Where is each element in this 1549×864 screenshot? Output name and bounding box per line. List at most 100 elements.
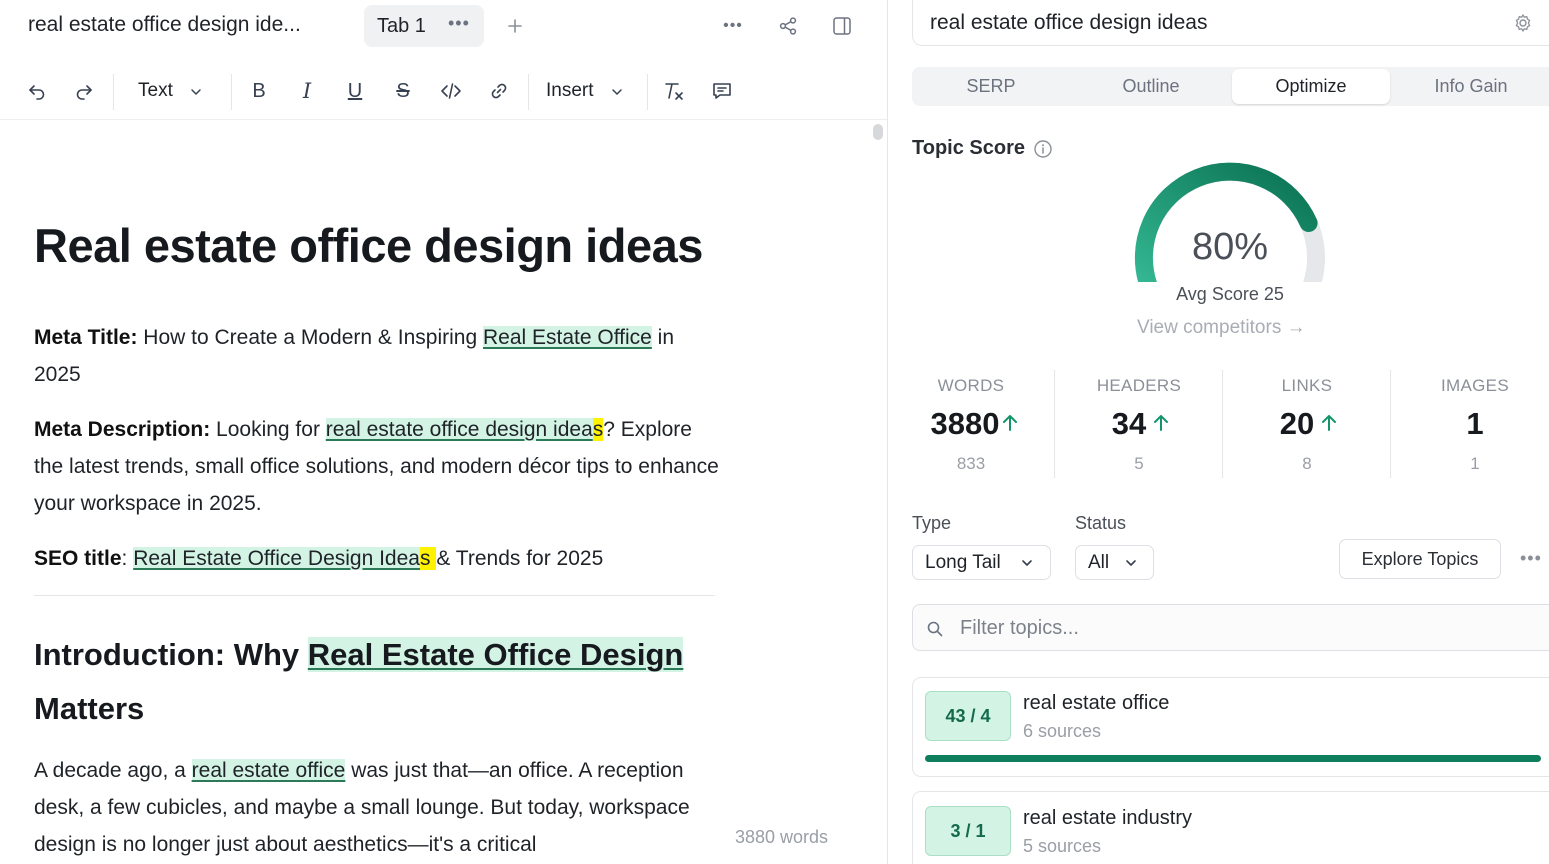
view-competitors-link[interactable]: View competitors → bbox=[1137, 317, 1306, 339]
average-score: Avg Score 25 bbox=[1176, 284, 1284, 304]
meta-description-text: Looking for bbox=[210, 418, 326, 441]
toolbar-divider bbox=[528, 74, 529, 110]
keyword-highlight[interactable]: real estate office bbox=[191, 759, 346, 782]
meta-description-paragraph: Meta Description: Looking for real estat… bbox=[34, 411, 724, 522]
topic-count-badge: 43 / 4 bbox=[925, 691, 1011, 741]
more-options-icon[interactable]: ••• bbox=[721, 14, 745, 38]
meta-title-text: How to Create a Modern & Inspiring bbox=[137, 326, 483, 349]
topic-score-value: 80% bbox=[1191, 226, 1269, 268]
more-options-icon[interactable]: ••• bbox=[1520, 548, 1542, 569]
topic-name: real estate industry bbox=[1023, 807, 1192, 829]
underline-icon[interactable]: U bbox=[342, 78, 368, 104]
topic-sources: 5 sources bbox=[1023, 836, 1102, 856]
explore-topics-button[interactable]: Explore Topics bbox=[1339, 539, 1501, 579]
content-stats: WORDS 3880 833 HEADERS 34 5 LINKS 20 8 I… bbox=[912, 368, 1549, 480]
stat-target: 5 bbox=[1134, 454, 1144, 473]
stat-value: 1 bbox=[1466, 406, 1484, 441]
panel-tabs: SERP Outline Optimize Info Gain bbox=[912, 67, 1549, 106]
horizontal-rule bbox=[34, 595, 715, 596]
scrollbar-thumb[interactable] bbox=[873, 124, 883, 140]
toolbar-divider bbox=[113, 74, 114, 110]
italic-icon[interactable]: I bbox=[294, 78, 320, 104]
toolbar-divider bbox=[231, 74, 232, 110]
toolbar-border bbox=[0, 119, 887, 120]
status-select[interactable]: All bbox=[1075, 545, 1154, 580]
meta-title-label: Meta Title: bbox=[34, 326, 138, 349]
editor-pane: real estate office design ide... Tab 1 •… bbox=[0, 0, 887, 864]
editor-topbar: real estate office design ide... Tab 1 •… bbox=[0, 0, 887, 54]
strikethrough-icon[interactable]: S bbox=[390, 78, 416, 104]
chevron-down-icon[interactable] bbox=[607, 82, 627, 102]
intro-paragraph: A decade ago, a real estate office was j… bbox=[34, 752, 724, 863]
tab-optimize[interactable]: Optimize bbox=[1232, 69, 1390, 104]
bold-icon[interactable]: B bbox=[246, 78, 272, 104]
comment-icon[interactable] bbox=[709, 78, 735, 104]
redo-icon[interactable] bbox=[71, 78, 97, 104]
seo-title-paragraph: SEO title: Real Estate Office Design Ide… bbox=[34, 540, 724, 577]
stat-label: IMAGES bbox=[1441, 376, 1509, 395]
stat-label: HEADERS bbox=[1096, 376, 1182, 395]
keyword-highlight[interactable]: real estate office design idea bbox=[325, 418, 593, 441]
toolbar-divider bbox=[647, 74, 648, 110]
arrow-up-icon bbox=[1003, 415, 1017, 431]
tab-1[interactable]: Tab 1 ••• bbox=[364, 5, 484, 47]
keyword-search-box[interactable]: real estate office design ideas bbox=[912, 0, 1549, 46]
gear-icon[interactable] bbox=[1513, 13, 1533, 38]
add-tab-icon[interactable] bbox=[503, 14, 527, 38]
tab-info-gain[interactable]: Info Gain bbox=[1392, 69, 1549, 104]
tab-serp[interactable]: SERP bbox=[912, 69, 1070, 104]
info-icon[interactable] bbox=[1033, 139, 1053, 164]
link-icon[interactable] bbox=[486, 78, 512, 104]
text-style-dropdown[interactable]: Text bbox=[138, 80, 173, 102]
type-value: Long Tail bbox=[925, 552, 1001, 573]
insert-dropdown[interactable]: Insert bbox=[546, 80, 594, 102]
stat-target: 833 bbox=[956, 454, 986, 473]
flag-highlight[interactable]: s bbox=[592, 418, 604, 441]
share-icon[interactable] bbox=[775, 13, 801, 39]
keyword-highlight[interactable]: Real Estate Office Design Idea bbox=[133, 547, 420, 570]
topic-progress-bar bbox=[925, 755, 1541, 762]
meta-title-paragraph: Meta Title: How to Create a Modern & Ins… bbox=[34, 319, 724, 393]
status-value: All bbox=[1088, 552, 1110, 573]
type-select[interactable]: Long Tail bbox=[912, 545, 1051, 580]
tab-more-icon[interactable]: ••• bbox=[448, 13, 470, 34]
seo-title-label: SEO title bbox=[34, 547, 122, 570]
document-title[interactable]: real estate office design ide... bbox=[28, 13, 301, 37]
tab-outline[interactable]: Outline bbox=[1072, 69, 1230, 104]
chevron-down-icon[interactable] bbox=[186, 82, 206, 102]
stat-label: WORDS bbox=[937, 376, 1005, 395]
optimization-panel: real estate office design ideas SERP Out… bbox=[888, 0, 1549, 864]
code-icon[interactable] bbox=[438, 78, 464, 104]
keyword-query[interactable]: real estate office design ideas bbox=[930, 11, 1207, 35]
filter-topics-input[interactable]: Filter topics... bbox=[912, 604, 1549, 651]
formatting-toolbar: Text B I U S Insert bbox=[0, 66, 887, 118]
clear-formatting-icon[interactable] bbox=[661, 78, 687, 104]
topic-card[interactable]: 43 / 4 real estate office 6 sources bbox=[912, 677, 1549, 777]
stat-label: LINKS bbox=[1281, 376, 1333, 395]
stat-divider bbox=[1054, 370, 1055, 478]
topic-card[interactable]: 3 / 1 real estate industry 5 sources bbox=[912, 791, 1549, 864]
topic-sources: 6 sources bbox=[1023, 721, 1102, 741]
keyword-highlight[interactable]: Real Estate Office bbox=[482, 326, 652, 349]
undo-icon[interactable] bbox=[24, 78, 50, 104]
toggle-panel-icon[interactable] bbox=[829, 13, 855, 39]
chevron-down-icon bbox=[1126, 560, 1136, 566]
type-label: Type bbox=[912, 513, 952, 533]
keyword-highlight[interactable]: Real Estate Office Design bbox=[307, 637, 684, 672]
flag-highlight[interactable]: s bbox=[419, 547, 437, 570]
intro-text: A decade ago, a bbox=[34, 759, 192, 782]
stat-target: 8 bbox=[1302, 454, 1312, 473]
heading-text: Introduction: Why bbox=[34, 637, 308, 672]
meta-description-label: Meta Description: bbox=[34, 418, 211, 441]
stat-value: 34 bbox=[1111, 406, 1147, 441]
word-count: 3880 words bbox=[735, 827, 829, 847]
seo-title-separator: : bbox=[121, 547, 134, 570]
topic-count-badge: 3 / 1 bbox=[925, 806, 1011, 856]
arrow-up-icon bbox=[1154, 415, 1168, 431]
topic-name: real estate office bbox=[1023, 692, 1170, 714]
stat-divider bbox=[1390, 370, 1391, 478]
status-label: Status bbox=[1075, 513, 1127, 533]
heading-text: Matters bbox=[34, 691, 145, 726]
stat-divider bbox=[1222, 370, 1223, 478]
section-heading: Introduction: Why Real Estate Office Des… bbox=[34, 628, 724, 736]
